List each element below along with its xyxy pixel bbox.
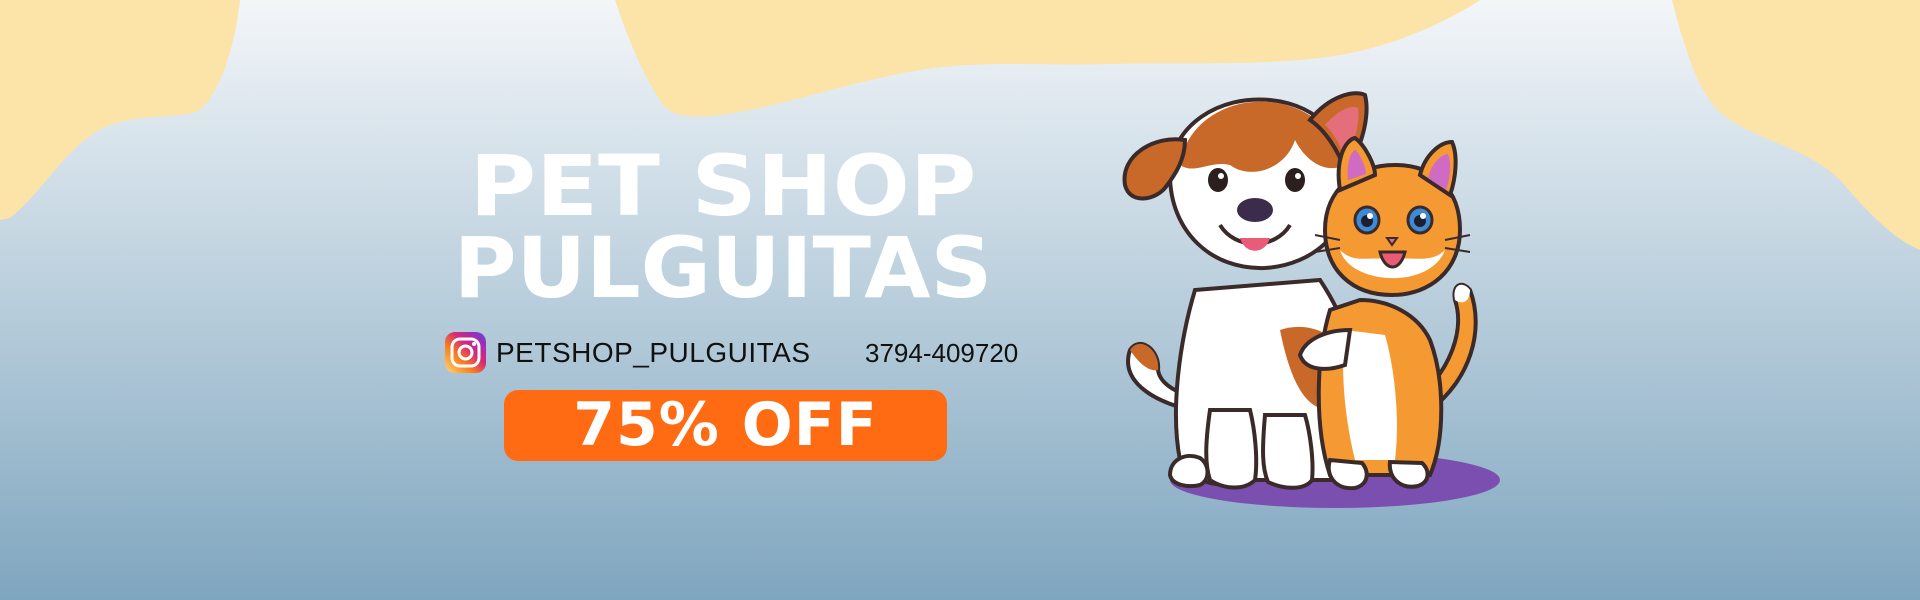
banner-title-line-1: PET SHOP [469, 137, 977, 235]
offer-badge: 75% OFF [504, 390, 947, 461]
offer-text: 75% OFF [573, 390, 878, 460]
instagram-icon [445, 332, 486, 373]
banner-title-line-2: PULGUITAS [453, 219, 993, 317]
pets-illustration [1122, 91, 1500, 508]
phone-number: 3794-409720 [865, 338, 1019, 368]
instagram-handle: PETSHOP_PULGUITAS [496, 337, 811, 368]
promo-banner: PET SHOP PULGUITAS PETSHOP_PULGUITAS 379… [0, 0, 1920, 600]
